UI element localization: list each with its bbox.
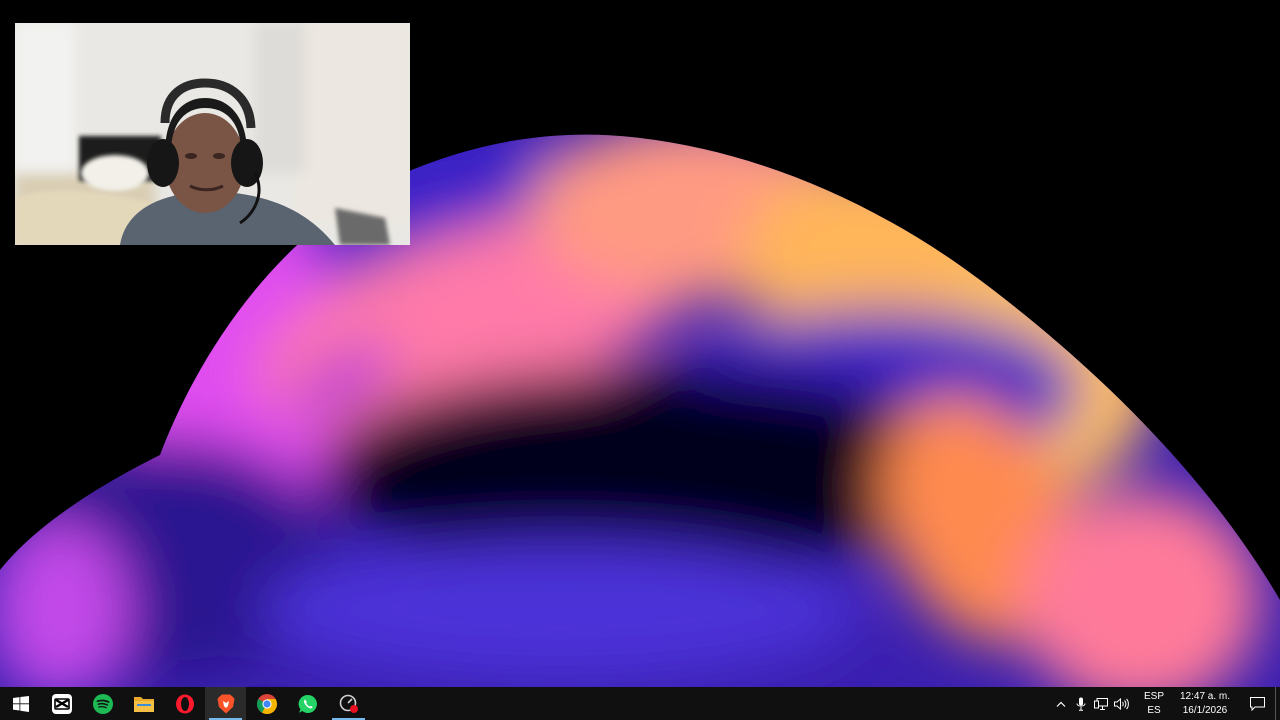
whatsapp-icon xyxy=(298,694,317,713)
chevron-up-icon xyxy=(1056,701,1066,707)
folder-icon xyxy=(133,696,154,712)
microphone-button[interactable] xyxy=(1071,687,1091,720)
taskbar-app-spotify[interactable] xyxy=(82,687,123,720)
notification-icon xyxy=(1249,696,1265,711)
network-button[interactable] xyxy=(1091,687,1111,720)
clock[interactable]: 12:47 a. m. 16/1/2026 xyxy=(1171,687,1239,720)
input-language-indicator[interactable]: ESP ES xyxy=(1137,687,1171,720)
opera-icon xyxy=(175,694,194,713)
spotify-icon xyxy=(92,693,113,714)
taskbar-app-recorder[interactable] xyxy=(328,687,369,720)
webcam-feed-image xyxy=(15,23,410,245)
taskbar-app-brave[interactable] xyxy=(205,687,246,720)
taskbar-app-opera[interactable] xyxy=(164,687,205,720)
taskbar: ESP ES 12:47 a. m. 16/1/2026 xyxy=(0,687,1280,720)
speaker-icon xyxy=(1113,697,1129,710)
action-center-button[interactable] xyxy=(1239,687,1275,720)
network-icon xyxy=(1094,697,1108,710)
taskbar-app-chrome[interactable] xyxy=(246,687,287,720)
start-button[interactable] xyxy=(0,687,41,720)
taskbar-app-file-explorer[interactable] xyxy=(123,687,164,720)
volume-button[interactable] xyxy=(1111,687,1131,720)
capcut-icon xyxy=(51,693,72,714)
clock-time: 12:47 a. m. xyxy=(1179,690,1231,702)
taskbar-app-whatsapp[interactable] xyxy=(287,687,328,720)
desktop[interactable] xyxy=(0,0,1280,687)
language-code: ESP xyxy=(1143,690,1164,702)
keyboard-layout-code: ES xyxy=(1147,704,1161,716)
windows-logo-icon xyxy=(12,695,29,712)
system-tray: ESP ES 12:47 a. m. 16/1/2026 xyxy=(1051,687,1280,720)
taskbar-app-capcut[interactable] xyxy=(41,687,82,720)
microphone-icon xyxy=(1076,697,1086,711)
brave-icon xyxy=(217,694,234,713)
recorder-icon xyxy=(339,694,358,713)
clock-date: 16/1/2026 xyxy=(1182,704,1228,716)
show-desktop-button[interactable] xyxy=(1275,687,1280,720)
show-hidden-icons-button[interactable] xyxy=(1051,687,1071,720)
webcam-overlay xyxy=(15,23,410,245)
chrome-icon xyxy=(256,693,277,714)
